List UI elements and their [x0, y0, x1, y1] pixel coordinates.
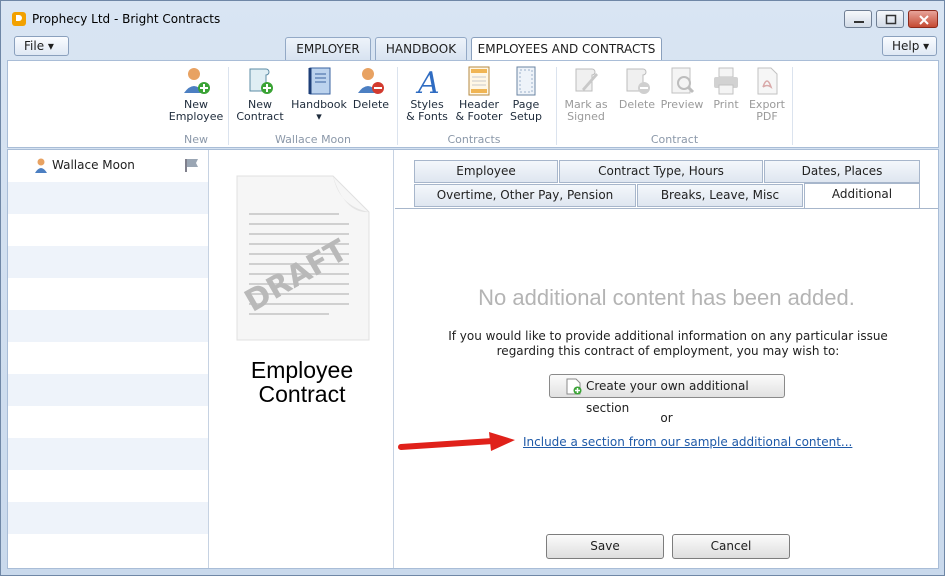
preview-label: Preview	[660, 98, 704, 111]
header-footer-icon	[468, 66, 490, 96]
ribbon-separator	[397, 67, 398, 145]
tab-employees-and-contracts[interactable]: EMPLOYEES AND CONTRACTS	[471, 37, 662, 62]
add-person-icon	[184, 68, 210, 94]
minimize-icon	[854, 21, 864, 23]
contract-detail-panel: Employee Contract Type, Hours Dates, Pla…	[395, 150, 938, 568]
document-preview-pane: DRAFT Employee Contract	[210, 150, 394, 568]
group-label-new: New	[184, 133, 208, 146]
delete-employee-label: Delete	[352, 98, 390, 111]
list-row-empty	[8, 534, 208, 566]
mark-as-signed-button[interactable]: Mark as Signed	[561, 65, 611, 123]
tab-dates-places[interactable]: Dates, Places	[764, 160, 920, 183]
header-footer-button[interactable]: Header & Footer	[454, 65, 504, 123]
draft-document-icon[interactable]: DRAFT	[235, 174, 371, 342]
print-button[interactable]: Print	[708, 65, 744, 111]
employee-name: Wallace Moon	[52, 158, 135, 172]
handbook-button[interactable]: Handbook ▾	[290, 65, 348, 123]
sample-content-link[interactable]: Include a section from our sample additi…	[523, 435, 852, 449]
tab-employer[interactable]: EMPLOYER	[285, 37, 371, 61]
group-label-contracts: Contracts	[447, 133, 501, 146]
new-contract-icon	[249, 68, 273, 94]
new-employee-button[interactable]: New Employee	[168, 65, 224, 123]
create-additional-section-button[interactable]: Create your own additional section	[549, 374, 785, 415]
styles-fonts-button[interactable]: A Styles & Fonts	[402, 65, 452, 123]
new-contract-label: New Contract	[236, 98, 284, 123]
font-style-icon: A	[415, 66, 440, 97]
app-logo-icon	[12, 12, 26, 26]
styles-fonts-label: Styles & Fonts	[406, 98, 448, 123]
list-row-empty	[8, 470, 208, 502]
new-employee-label: New Employee	[168, 98, 224, 123]
list-row-empty	[8, 246, 208, 278]
list-item[interactable]: Wallace Moon	[8, 150, 208, 182]
window-title: Prophecy Ltd - Bright Contracts	[32, 12, 221, 26]
preview-button[interactable]: Preview	[660, 65, 704, 111]
tab-handbook[interactable]: HANDBOOK	[375, 37, 467, 61]
title-bar: Prophecy Ltd - Bright Contracts	[1, 1, 944, 33]
maximize-button[interactable]	[876, 10, 904, 28]
close-icon	[919, 15, 929, 25]
delete-contract-icon	[626, 68, 650, 94]
tab-additional[interactable]: Additional	[804, 183, 920, 208]
list-row-empty	[8, 214, 208, 246]
svg-text:A: A	[415, 66, 440, 97]
preview-magnifier-icon	[671, 67, 695, 94]
restore-icon	[885, 14, 897, 25]
list-row-empty	[8, 278, 208, 310]
save-button[interactable]: Save	[546, 534, 664, 559]
delete-person-icon	[358, 68, 384, 94]
person-icon	[35, 158, 47, 173]
pdf-file-icon	[757, 67, 778, 95]
list-row-empty	[8, 374, 208, 406]
file-menu-button[interactable]: File ▾	[14, 36, 69, 56]
add-document-icon	[566, 378, 582, 395]
list-row-empty	[8, 438, 208, 470]
ribbon-separator	[228, 67, 229, 145]
delete-contract-button[interactable]: Delete	[616, 65, 658, 111]
tab-contract-type-hours[interactable]: Contract Type, Hours	[559, 160, 763, 183]
additional-tab-panel: No additional content has been added. If…	[395, 208, 938, 568]
list-row-empty	[8, 502, 208, 534]
tab-breaks-leave-misc[interactable]: Breaks, Leave, Misc	[637, 184, 803, 207]
document-caption: Employee Contract	[250, 357, 354, 407]
printer-icon	[714, 67, 738, 95]
ribbon-separator	[792, 67, 793, 145]
list-row-empty	[8, 182, 208, 214]
main-content: Wallace Moon DRAFT Employee Contract Emp…	[7, 149, 939, 569]
cancel-button[interactable]: Cancel	[672, 534, 790, 559]
page-setup-button[interactable]: Page Setup	[506, 65, 546, 123]
delete-contract-label: Delete	[618, 98, 656, 111]
export-pdf-button[interactable]: Export PDF	[746, 65, 788, 123]
red-arrow-annotation	[398, 432, 515, 451]
group-label-contract: Contract	[650, 133, 699, 146]
ribbon-toolbar: New Employee New New Contract Handbook ▾	[7, 60, 939, 148]
header-footer-label: Header & Footer	[455, 98, 503, 123]
help-menu-button[interactable]: Help ▾	[882, 36, 937, 56]
handbook-label: Handbook ▾	[291, 98, 347, 123]
close-button[interactable]	[908, 10, 938, 28]
empty-state-message: No additional content has been added.	[478, 285, 855, 310]
employee-list: Wallace Moon	[8, 150, 209, 568]
mark-as-signed-label: Mark as Signed	[564, 98, 608, 123]
page-setup-icon	[516, 66, 536, 96]
group-label-wallace-moon: Wallace Moon	[274, 133, 351, 146]
print-label: Print	[713, 98, 739, 111]
ribbon-separator	[556, 67, 557, 145]
new-contract-button[interactable]: New Contract	[234, 65, 286, 123]
list-row-empty	[8, 310, 208, 342]
export-pdf-label: Export PDF	[748, 98, 785, 123]
additional-info-text: If you would like to provide additional …	[448, 329, 888, 358]
minimize-button[interactable]	[844, 10, 872, 28]
list-row-empty	[8, 406, 208, 438]
signature-pen-icon	[575, 68, 598, 92]
app-window: Prophecy Ltd - Bright Contracts File ▾ H…	[0, 0, 945, 576]
delete-employee-button[interactable]: Delete	[350, 65, 392, 111]
or-separator-text: or	[660, 411, 673, 425]
handbook-icon	[308, 67, 331, 95]
flag-icon[interactable]	[184, 158, 200, 172]
tab-overtime-pay-pension[interactable]: Overtime, Other Pay, Pension	[414, 184, 636, 207]
page-setup-label: Page Setup	[509, 98, 543, 123]
tab-employee[interactable]: Employee	[414, 160, 558, 183]
list-row-empty	[8, 342, 208, 374]
